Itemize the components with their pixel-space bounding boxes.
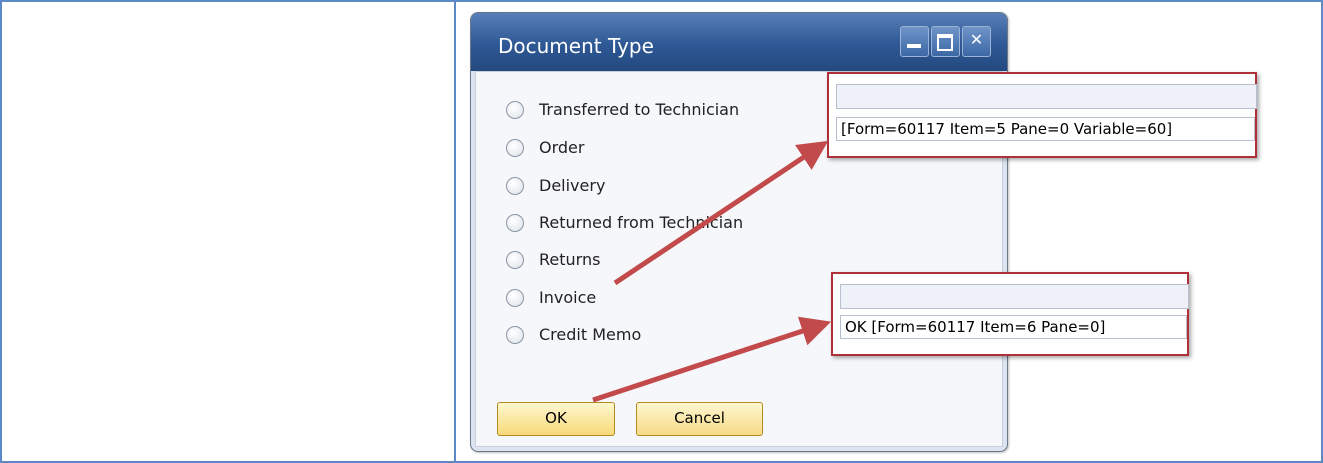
- arrow-invoice-to-tooltip: [613, 140, 829, 286]
- callout-arrows: [592, 140, 832, 403]
- arrow-ok-to-tooltip: [592, 316, 832, 403]
